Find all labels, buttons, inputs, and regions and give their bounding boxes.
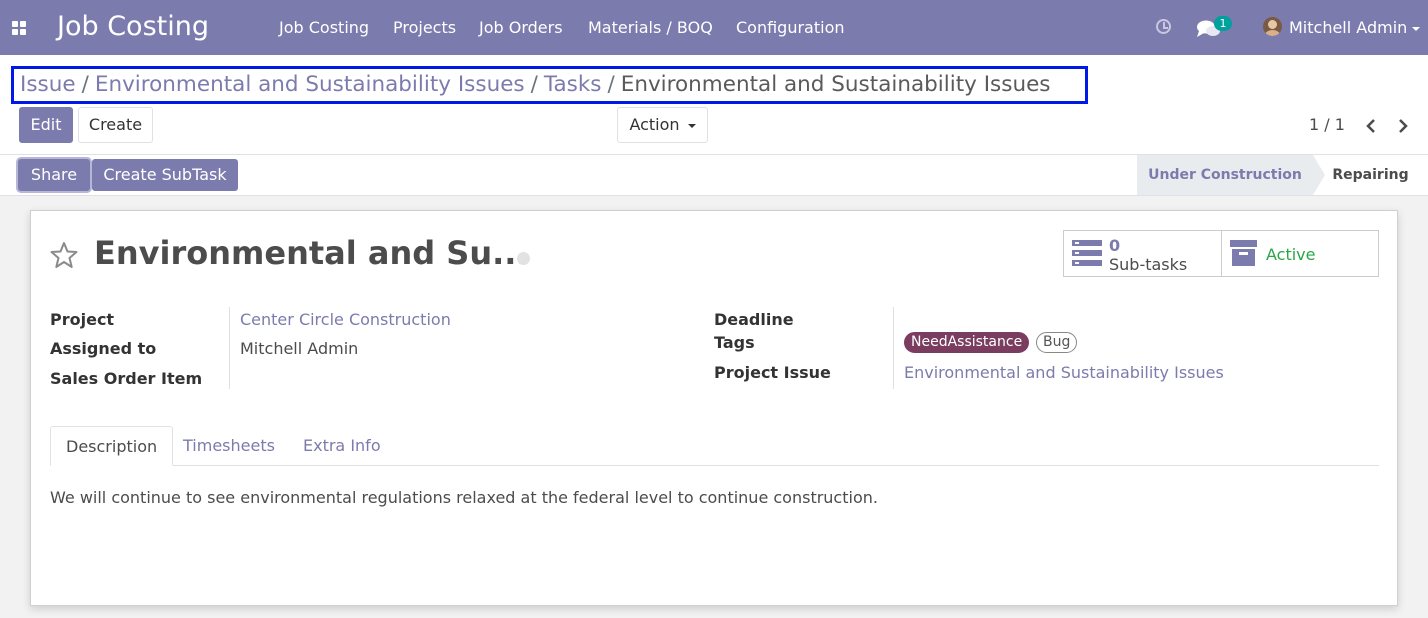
assigned-to-value[interactable]: Mitchell Admin (240, 339, 358, 358)
form-sheet: Environmental and Su... 0 Sub-tasks Acti… (30, 210, 1398, 606)
user-menu[interactable]: Mitchell Admin (1289, 18, 1407, 37)
subtasks-label: Sub-tasks (1109, 255, 1188, 274)
tasks-icon (1072, 240, 1102, 266)
left-column-separator (229, 307, 230, 389)
breadcrumb-current: Environmental and Sustainability Issues (620, 72, 1051, 97)
description-text[interactable]: We will continue to see environmental re… (50, 488, 878, 507)
breadcrumb-separator: / (607, 72, 615, 97)
breadcrumb-item-issue-record[interactable]: Environmental and Sustainability Issues (95, 72, 525, 97)
subtasks-count: 0 (1109, 236, 1121, 255)
control-panel: Issue / Environmental and Sustainability I… (0, 55, 1428, 155)
notebook-tabs: Description Timesheets Extra Info (50, 426, 1379, 466)
menu-projects[interactable]: Projects (393, 18, 456, 37)
apps-menu-icon[interactable] (12, 21, 26, 35)
user-avatar[interactable] (1263, 17, 1282, 36)
action-dropdown[interactable]: Action (617, 107, 708, 143)
action-dropdown-label: Action (629, 115, 680, 134)
record-title[interactable]: Environmental and Su... (94, 234, 529, 272)
project-link[interactable]: Center Circle Construction (240, 310, 451, 329)
tab-extra-info[interactable]: Extra Info (288, 426, 396, 466)
breadcrumb: Issue / Environmental and Sustainability I… (11, 66, 1088, 104)
menu-configuration[interactable]: Configuration (736, 18, 845, 37)
star-icon[interactable] (49, 241, 79, 269)
active-label: Active (1266, 245, 1316, 264)
kanban-state-dot[interactable] (517, 252, 530, 265)
pager-next-icon[interactable] (1392, 116, 1414, 136)
assigned-to-label: Assigned to (50, 339, 157, 358)
archive-icon (1230, 240, 1257, 266)
create-subtask-button[interactable]: Create SubTask (92, 159, 238, 191)
form-statusbar: Share Create SubTask Under Construction … (0, 155, 1428, 196)
project-label: Project (50, 310, 115, 329)
subtasks-smart-button[interactable]: 0 Sub-tasks (1063, 230, 1222, 277)
chat-count-badge: 1 (1214, 16, 1232, 31)
tags-label: Tags (714, 333, 755, 352)
breadcrumb-item-tasks[interactable]: Tasks (544, 72, 602, 97)
project-issue-link[interactable]: Environmental and Sustainability Issues (904, 363, 1224, 382)
menu-materials-boq[interactable]: Materials / BOQ (588, 18, 713, 37)
tag-bug[interactable]: Bug (1036, 332, 1078, 353)
pager-previous-icon[interactable] (1360, 116, 1382, 136)
active-toggle-button[interactable]: Active (1221, 230, 1379, 277)
project-issue-label: Project Issue (714, 363, 831, 382)
tag-need-assistance[interactable]: NeedAssistance (904, 332, 1030, 353)
stage-repairing[interactable]: Repairing (1313, 155, 1428, 195)
activity-clock-icon[interactable] (1156, 19, 1171, 34)
tab-timesheets[interactable]: Timesheets (168, 426, 290, 466)
menu-job-costing[interactable]: Job Costing (279, 18, 369, 37)
share-button[interactable]: Share (18, 159, 90, 191)
breadcrumb-separator: / (81, 72, 89, 97)
tab-description[interactable]: Description (50, 426, 174, 466)
right-column-separator (893, 307, 894, 389)
pager-value[interactable]: 1 / 1 (1309, 115, 1345, 134)
sales-order-item-label: Sales Order Item (50, 369, 203, 388)
create-button[interactable]: Create (78, 107, 153, 143)
menu-job-orders[interactable]: Job Orders (479, 18, 563, 37)
deadline-label: Deadline (714, 310, 794, 329)
edit-button[interactable]: Edit (19, 107, 73, 143)
breadcrumb-separator: / (530, 72, 538, 97)
breadcrumb-item-issue[interactable]: Issue (20, 72, 76, 97)
main-navbar: Job Costing Job Costing Projects Job Ord… (0, 0, 1428, 55)
caret-down-icon (687, 123, 696, 128)
user-menu-caret-icon[interactable] (1412, 27, 1420, 31)
stage-under-construction[interactable]: Under Construction (1137, 155, 1313, 195)
app-title[interactable]: Job Costing (57, 11, 209, 42)
